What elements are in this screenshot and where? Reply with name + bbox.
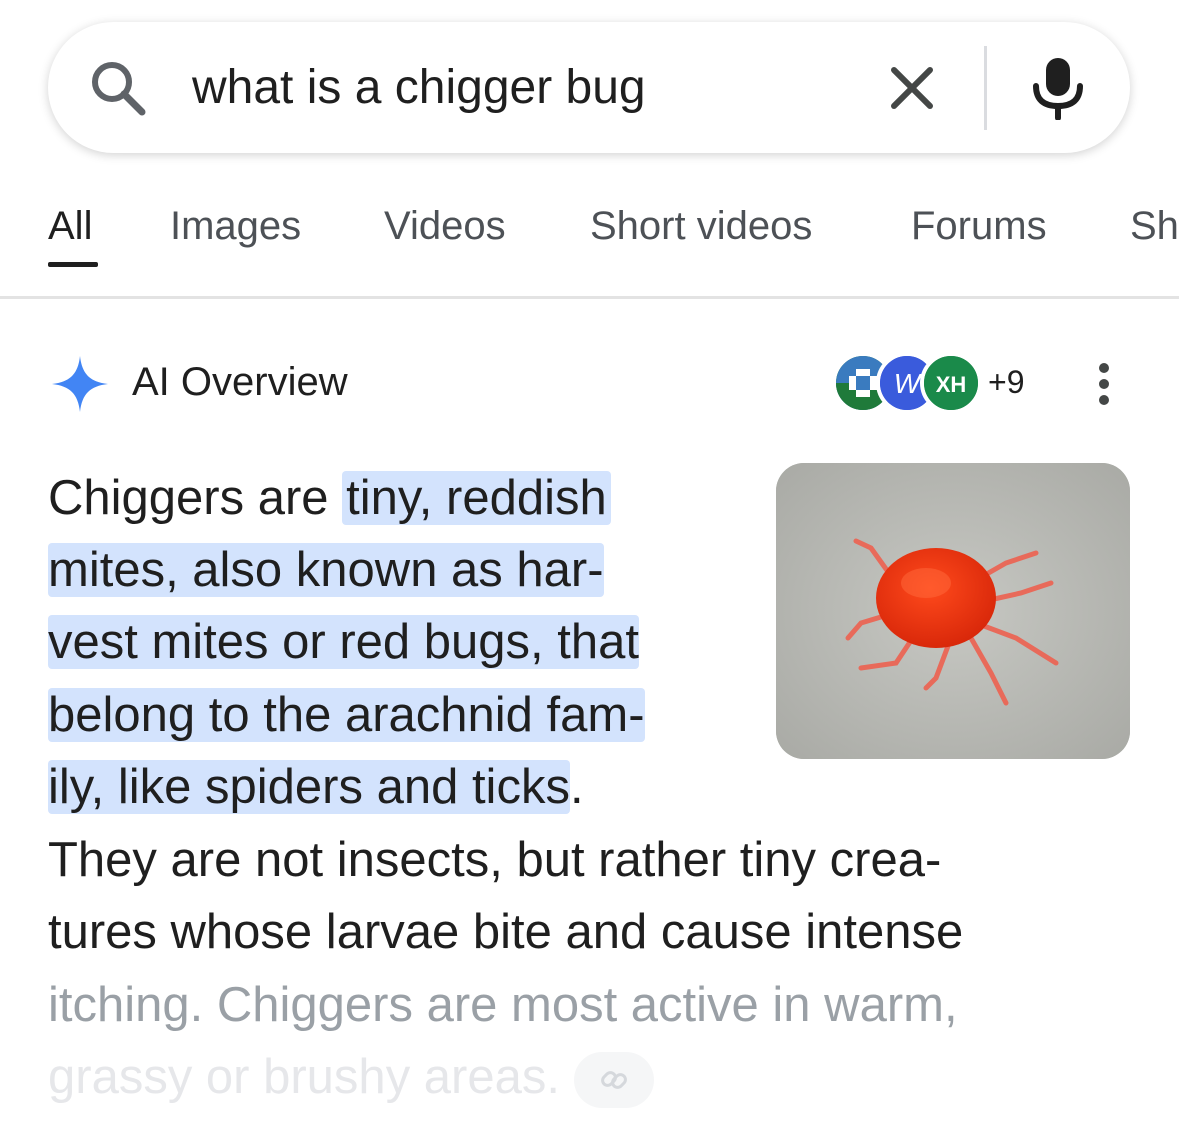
overview-line-8: itching. Chiggers are most active in war…	[48, 969, 958, 1041]
svg-text:XH: XH	[936, 372, 967, 397]
active-tab-indicator	[48, 262, 98, 267]
overview-line-9: grassy or brushy areas.	[48, 1041, 654, 1113]
tab-videos[interactable]: Videos	[384, 202, 506, 250]
overview-line-1: Chiggers are tiny, reddish	[48, 462, 611, 534]
svg-text:W: W	[894, 368, 923, 399]
overview-line-3: vest mites or red bugs, that	[48, 606, 639, 678]
tab-images[interactable]: Images	[170, 202, 301, 250]
ai-overview-title: AI Overview	[132, 360, 348, 404]
overview-text-plain: They are not insects, but rather tiny cr…	[48, 833, 942, 887]
overview-highlight[interactable]: belong to the arachnid fam-	[48, 688, 645, 742]
link-icon	[601, 1071, 627, 1089]
source-link-chip[interactable]	[574, 1052, 654, 1109]
overview-highlight[interactable]: tiny, reddish	[342, 471, 611, 525]
sparkle-icon	[52, 356, 108, 412]
search-tabs: All Images Videos Short videos Forums Sh	[0, 180, 1179, 300]
overview-text-plain: .	[569, 760, 584, 814]
microphone-icon[interactable]	[1030, 56, 1086, 120]
close-icon[interactable]	[886, 62, 938, 114]
chigger-mite-illustration	[776, 463, 1130, 759]
tabs-divider	[0, 296, 1179, 299]
overview-highlight[interactable]: ily, like spiders and ticks	[48, 760, 570, 814]
tab-shopping[interactable]: Sh	[1130, 202, 1179, 250]
overview-line-4: belong to the arachnid fam-	[48, 679, 645, 751]
healthline-avatar[interactable]: XH	[920, 352, 982, 414]
tab-all[interactable]: All	[48, 202, 92, 250]
overview-text-faded: itching. Chiggers are most active in war…	[48, 978, 958, 1032]
search-input[interactable]: what is a chigger bug	[192, 60, 646, 116]
healthline-logo-icon: XH	[924, 356, 978, 410]
tab-short-videos[interactable]: Short videos	[590, 202, 812, 250]
overview-text-plain: tures whose larvae bite and cause intens…	[48, 905, 964, 959]
chigger-image[interactable]	[776, 463, 1130, 759]
overview-highlight[interactable]: vest mites or red bugs, that	[48, 615, 639, 669]
search-icon[interactable]	[88, 58, 148, 118]
overview-text-faded: grassy or brushy areas.	[48, 1050, 560, 1104]
tab-forums[interactable]: Forums	[911, 202, 1047, 250]
overview-line-6: They are not insects, but rather tiny cr…	[48, 824, 941, 896]
overview-text-plain: Chiggers are	[48, 471, 343, 525]
more-options-icon[interactable]	[1094, 362, 1114, 408]
overview-line-5: ily, like spiders and ticks.	[48, 751, 584, 823]
search-divider	[984, 46, 987, 130]
overview-highlight[interactable]: mites, also known as har-	[48, 543, 604, 597]
overview-line-2: mites, also known as har-	[48, 534, 604, 606]
overview-line-7: tures whose larvae bite and cause intens…	[48, 896, 963, 968]
more-sources-count[interactable]: +9	[988, 362, 1024, 402]
